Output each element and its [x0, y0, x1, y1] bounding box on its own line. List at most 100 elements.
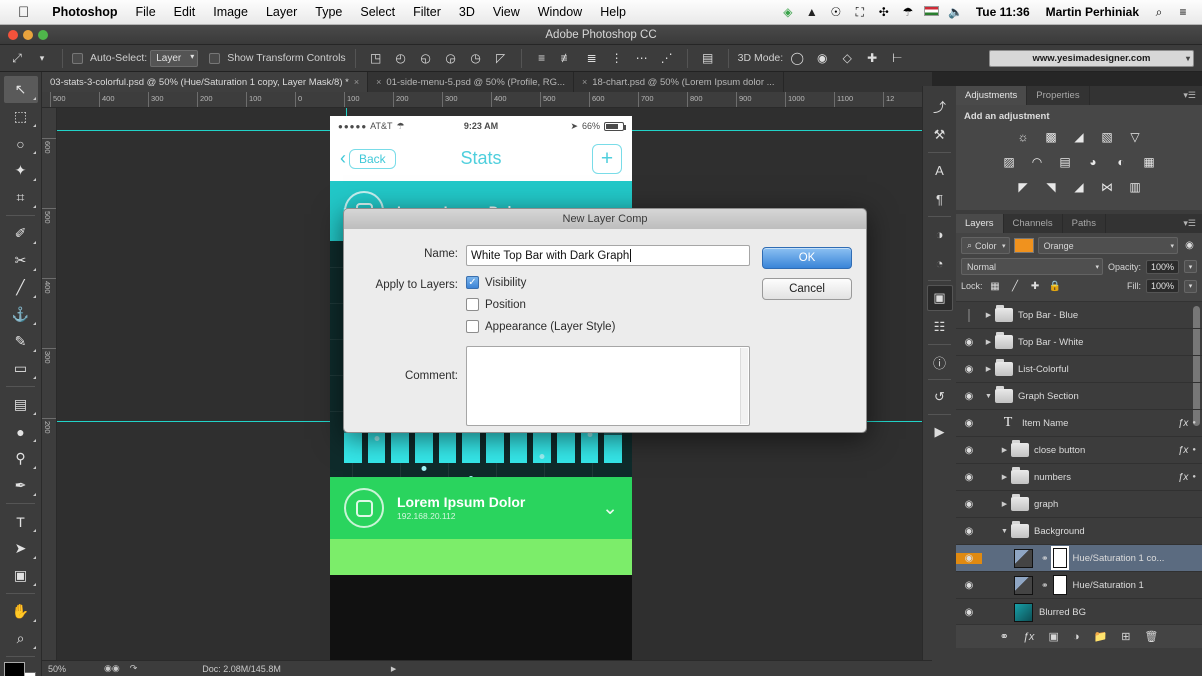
- blur-tool-icon[interactable]: ●: [4, 418, 38, 445]
- layer-row[interactable]: ◉ ▶ graph: [956, 491, 1202, 518]
- actions-panel-icon[interactable]: ↺: [927, 384, 953, 410]
- panel-menu-icon[interactable]: ▾☰: [1177, 214, 1202, 233]
- appearance-checkbox[interactable]: [466, 320, 479, 333]
- pen-tool-icon[interactable]: ✒: [4, 472, 38, 499]
- threshold-icon[interactable]: ◢: [1069, 177, 1090, 196]
- tab-channels[interactable]: Channels: [1004, 214, 1063, 233]
- add-layer-mask-icon[interactable]: ▣: [1048, 630, 1058, 643]
- crop-tool-icon[interactable]: ⌗: [4, 184, 38, 211]
- menu-window[interactable]: Window: [529, 5, 591, 19]
- position-checkbox-row[interactable]: Position: [466, 298, 750, 311]
- eraser-tool-icon[interactable]: ▭: [4, 355, 38, 382]
- link-mask-icon[interactable]: ⚭: [1041, 553, 1049, 564]
- doc-info-arrow[interactable]: ▶: [391, 665, 396, 673]
- invert-icon[interactable]: ◤: [1013, 177, 1034, 196]
- distribute-vertical-center-icon[interactable]: ≢: [556, 48, 578, 68]
- slide-3d-icon[interactable]: ✚: [861, 48, 883, 68]
- layer-row[interactable]: ◉ ▶ close button ƒx ●: [956, 437, 1202, 464]
- lock-all-icon[interactable]: 🔒: [1048, 279, 1063, 293]
- menu-type[interactable]: Type: [306, 5, 351, 19]
- layer-row[interactable]: ◉ T Item Name ƒx ●: [956, 410, 1202, 437]
- menu-file[interactable]: File: [127, 5, 165, 19]
- layer-row[interactable]: ◉ ▶ Top Bar - White: [956, 329, 1202, 356]
- name-input[interactable]: White Top Bar with Dark Graph: [466, 245, 750, 266]
- notes-panel-icon[interactable]: ☷: [927, 314, 953, 340]
- hue-saturation-icon[interactable]: ▨: [999, 152, 1020, 171]
- menu-edit[interactable]: Edit: [165, 5, 205, 19]
- tool-preset-dropdown[interactable]: ▾: [31, 48, 53, 68]
- auto-select-scope-dropdown[interactable]: Layer: [150, 49, 199, 67]
- layer-row[interactable]: ◉ ▼ Graph Section: [956, 383, 1202, 410]
- horizontal-ruler[interactable]: 500 400 300 200 100 0 100 200 300 400 500 600 700 800…: [42, 92, 932, 108]
- comment-textarea[interactable]: [466, 346, 750, 426]
- scale-3d-icon[interactable]: ⊢: [886, 48, 908, 68]
- align-right-edges-icon[interactable]: ◵: [415, 48, 437, 68]
- menu-3d[interactable]: 3D: [450, 5, 484, 19]
- link-layers-icon[interactable]: ⚭: [1000, 630, 1009, 643]
- move-tool-icon[interactable]: ⤢: [6, 48, 28, 68]
- app-icon[interactable]: ☉: [825, 5, 847, 19]
- chevron-right-icon[interactable]: ▶: [998, 473, 1011, 481]
- eye-visible-icon[interactable]: ◉: [956, 337, 982, 348]
- new-adjustment-layer-icon[interactable]: ◑: [1073, 631, 1080, 643]
- adjustment-thumbnail[interactable]: [1014, 575, 1033, 595]
- document-tab-2[interactable]: × 01-side-menu-5.psd @ 50% (Profile, RG.…: [368, 72, 574, 92]
- new-layer-icon[interactable]: ⊞: [1121, 630, 1130, 643]
- path-selection-tool-icon[interactable]: ➤: [4, 535, 38, 562]
- distribute-right-icon[interactable]: ⋰: [656, 48, 678, 68]
- color-swatches[interactable]: [3, 662, 38, 676]
- doc-info[interactable]: Doc: 2.08M/145.8M: [202, 664, 281, 674]
- loupe-icon[interactable]: ◉◉: [104, 663, 120, 674]
- curves-icon[interactable]: ◢: [1069, 127, 1090, 146]
- zoom-tool-icon[interactable]: ⌕: [4, 625, 38, 652]
- eye-visible-icon[interactable]: ◉: [956, 364, 982, 375]
- menu-view[interactable]: View: [484, 5, 529, 19]
- type-tool-icon[interactable]: T: [4, 508, 38, 535]
- tab-paths[interactable]: Paths: [1063, 214, 1106, 233]
- layer-row[interactable]: ◉ ⚭ Hue/Saturation 1 co...: [956, 545, 1202, 572]
- link-mask-icon[interactable]: ⚭: [1041, 580, 1049, 591]
- expand-effects-icon[interactable]: ●: [1192, 447, 1202, 453]
- menu-select[interactable]: Select: [351, 5, 404, 19]
- document-tab-1[interactable]: 03-stats-3-colorful.psd @ 50% (Hue/Satur…: [42, 72, 369, 92]
- chevron-down-icon[interactable]: ⌄: [602, 499, 618, 518]
- black-white-icon[interactable]: ▤: [1055, 152, 1076, 171]
- swatches-panel-icon[interactable]: ◔: [927, 250, 953, 276]
- expand-effects-icon[interactable]: ●: [1192, 474, 1202, 480]
- lasso-tool-icon[interactable]: ○: [4, 130, 38, 157]
- layer-effects-icon[interactable]: ƒx: [1178, 472, 1193, 483]
- list-item-green-light[interactable]: [330, 539, 632, 575]
- menu-filter[interactable]: Filter: [404, 5, 450, 19]
- color-balance-icon[interactable]: ◠: [1027, 152, 1048, 171]
- menu-layer[interactable]: Layer: [257, 5, 306, 19]
- opacity-stepper[interactable]: ▾: [1184, 260, 1197, 273]
- color-lookup-icon[interactable]: ▦: [1139, 152, 1160, 171]
- eye-visible-icon[interactable]: ◉: [956, 391, 982, 402]
- chevron-down-icon[interactable]: ▼: [998, 528, 1011, 535]
- layer-filter-kind-dropdown[interactable]: ⌕ Color: [961, 237, 1010, 254]
- layer-effects-icon[interactable]: ƒx: [1178, 418, 1193, 429]
- visibility-checkbox[interactable]: ✓: [466, 276, 479, 289]
- layer-filter-swatch[interactable]: [1013, 238, 1034, 253]
- list-item-green[interactable]: Lorem Ipsum Dolor 192.168.20.112 ⌄: [330, 477, 632, 539]
- menu-help[interactable]: Help: [591, 5, 635, 19]
- layer-mask-thumbnail[interactable]: [1050, 546, 1069, 570]
- document-tab-3[interactable]: × 18-chart.psd @ 50% (Lorem Ipsum dolor …: [574, 72, 784, 92]
- gradient-tool-icon[interactable]: ▤: [4, 391, 38, 418]
- adjustment-thumbnail[interactable]: [1014, 548, 1033, 568]
- tab-properties[interactable]: Properties: [1027, 86, 1090, 105]
- clock[interactable]: Tue 11:36: [969, 5, 1037, 19]
- airplay-icon[interactable]: ⛶: [849, 5, 871, 20]
- layer-row[interactable]: ◉ ⚭ Hue/Saturation 1: [956, 572, 1202, 599]
- show-transform-checkbox[interactable]: [209, 52, 221, 64]
- exposure-icon[interactable]: ▧: [1097, 127, 1118, 146]
- eye-visible-icon[interactable]: ◉: [956, 472, 982, 483]
- delete-layer-icon[interactable]: 🗑: [1144, 630, 1158, 643]
- eye-visible-icon[interactable]: ◉: [956, 580, 982, 591]
- channel-mixer-icon[interactable]: ◐: [1111, 152, 1132, 171]
- character-panel-icon[interactable]: A: [927, 157, 953, 183]
- layer-row[interactable]: ◉ ▶ numbers ƒx ●: [956, 464, 1202, 491]
- fill-stepper[interactable]: ▾: [1184, 279, 1197, 293]
- close-icon[interactable]: ×: [354, 77, 359, 87]
- layer-filter-color-dropdown[interactable]: Orange: [1037, 237, 1178, 254]
